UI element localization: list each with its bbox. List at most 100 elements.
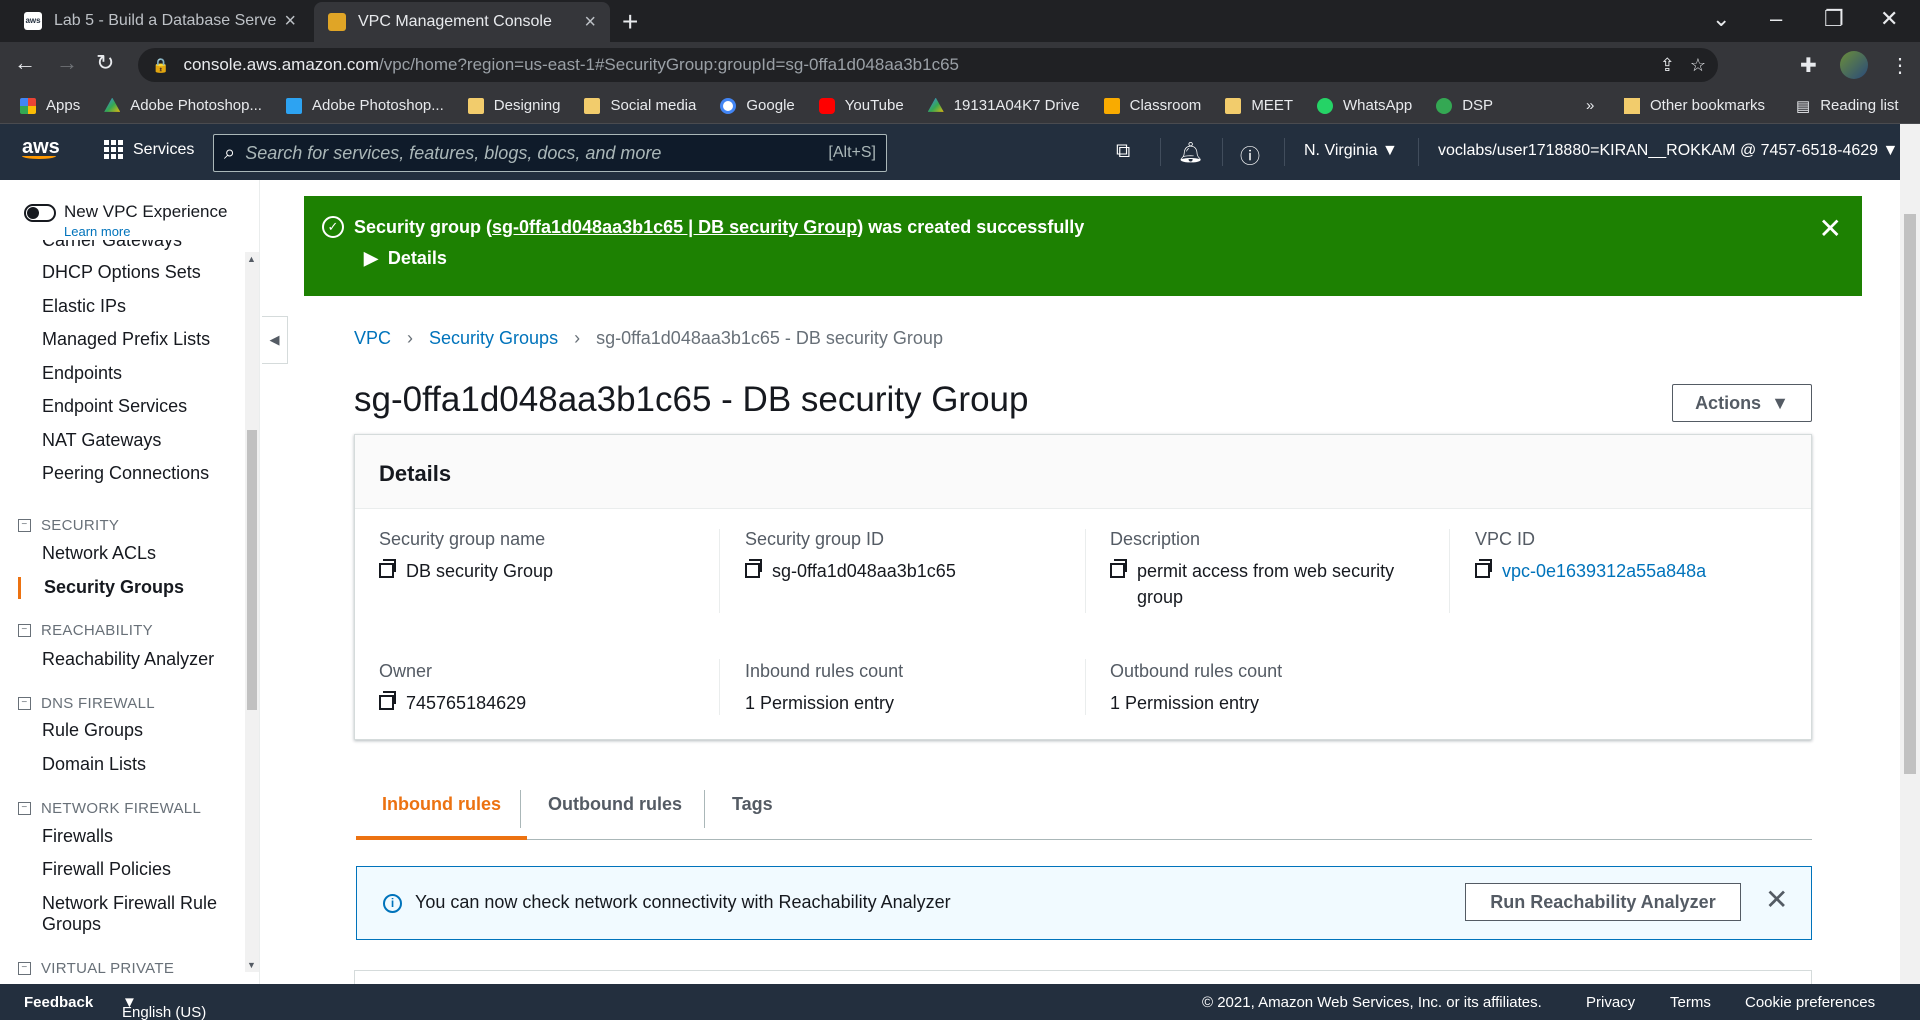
sidebar-item-nf-rule-groups[interactable]: Network Firewall Rule Groups	[42, 893, 232, 935]
sidebar-item-firewall-policies[interactable]: Firewall Policies	[42, 859, 171, 880]
sidebar-scrollbar[interactable]: ▲ ▼	[245, 252, 259, 972]
avatar[interactable]	[1840, 51, 1868, 79]
sidebar-item-network-acls[interactable]: Network ACLs	[42, 543, 156, 564]
security-group-link[interactable]: sg-0ffa1d048aa3b1c65 | DB security Group	[492, 217, 857, 237]
tab-search-icon[interactable]: ⌄	[1712, 6, 1730, 32]
more-bookmarks-button[interactable]: »	[1586, 97, 1594, 114]
new-tab-button[interactable]: +	[622, 6, 638, 38]
sidebar-section-security[interactable]: − SECURITY	[18, 517, 119, 534]
sidebar-item-dhcp[interactable]: DHCP Options Sets	[42, 262, 201, 283]
sidebar-item-elastic-ips[interactable]: Elastic IPs	[42, 296, 126, 317]
close-icon[interactable]: ×	[284, 10, 296, 33]
sidebar-section-reachability[interactable]: − REACHABILITY	[18, 622, 153, 639]
sidebar-item-firewalls[interactable]: Firewalls	[42, 826, 113, 847]
collapse-icon: −	[18, 802, 31, 815]
terms-link[interactable]: Terms	[1670, 994, 1711, 1011]
bookmark-meet[interactable]: MEET	[1225, 97, 1293, 114]
close-icon[interactable]: ×	[584, 11, 596, 34]
copy-icon[interactable]	[745, 559, 762, 578]
address-bar[interactable]: 🔒 console.aws.amazon.com/vpc/home?region…	[138, 48, 1718, 82]
tab-outbound-rules[interactable]: Outbound rules	[522, 778, 708, 840]
aws-logo[interactable]: aws	[22, 136, 60, 159]
bookmark-designing[interactable]: Designing	[467, 97, 560, 114]
account-menu[interactable]: voclabs/user1718880=KIRAN__ROKKAM @ 7457…	[1438, 142, 1898, 160]
sidebar-item-endpoints[interactable]: Endpoints	[42, 363, 122, 384]
browser-tab-vpc[interactable]: VPC Management Console ×	[314, 2, 610, 42]
minimize-button[interactable]: –	[1770, 6, 1782, 32]
sidebar-item-security-groups[interactable]: Security Groups	[44, 577, 184, 598]
new-vpc-experience-toggle[interactable]: New VPC Experience Learn more	[24, 202, 227, 239]
actions-button[interactable]: Actions ▼	[1672, 384, 1812, 422]
privacy-link[interactable]: Privacy	[1586, 994, 1635, 1011]
bookmark-photoshop-2[interactable]: Adobe Photoshop...	[285, 97, 444, 114]
scroll-up-icon[interactable]: ▲	[247, 254, 256, 264]
region-selector[interactable]: N. Virginia ▼	[1304, 142, 1398, 160]
sidebar-item-rule-groups[interactable]: Rule Groups	[42, 720, 143, 741]
flash-details-toggle[interactable]: ▶ Details	[364, 248, 447, 269]
sidebar-item-domain-lists[interactable]: Domain Lists	[42, 754, 146, 775]
breadcrumb-security-groups[interactable]: Security Groups	[429, 328, 558, 349]
browser-tab-lab5[interactable]: aws Lab 5 - Build a Database Server ×	[10, 0, 310, 42]
copy-icon[interactable]	[379, 691, 396, 710]
bookmark-apps[interactable]: Apps	[20, 97, 80, 114]
window-close-button[interactable]: ✕	[1880, 6, 1898, 32]
bookmark-dsp[interactable]: DSP	[1436, 97, 1493, 114]
forward-icon[interactable]: →	[56, 50, 78, 76]
sidebar-section-network-firewall[interactable]: − NETWORK FIREWALL	[18, 800, 201, 817]
bookmark-google[interactable]: Google	[720, 97, 795, 114]
sidebar-item-peering[interactable]: Peering Connections	[42, 463, 209, 484]
search-input[interactable]: ⌕ Search for services, features, blogs, …	[213, 134, 887, 172]
browser-tab-strip: aws Lab 5 - Build a Database Server × VP…	[0, 0, 1920, 42]
chevron-right-icon: ›	[407, 328, 414, 348]
bookmark-social-media[interactable]: Social media	[584, 97, 696, 114]
menu-icon[interactable]: ⋮	[1890, 53, 1910, 78]
sidebar-section-dns-firewall[interactable]: − DNS FIREWALL	[18, 695, 155, 712]
language-selector[interactable]: English (US) ▼	[122, 994, 206, 1020]
extensions-icon[interactable]: ✚	[1800, 53, 1817, 78]
copy-icon[interactable]	[1475, 559, 1492, 578]
cloudshell-icon[interactable]: ⧉	[1116, 140, 1130, 163]
services-menu-button[interactable]: Services	[104, 140, 194, 159]
collapse-sidebar-button[interactable]: ◀	[262, 316, 288, 364]
bookmark-photoshop-1[interactable]: Adobe Photoshop...	[104, 97, 262, 114]
reading-list[interactable]: ▤ Reading list	[1796, 97, 1899, 115]
tab-tags[interactable]: Tags	[706, 778, 799, 840]
scrollbar-thumb[interactable]	[247, 430, 257, 710]
maximize-button[interactable]: ❐	[1824, 6, 1844, 32]
bookmark-star-icon[interactable]: ⇪ ☆	[1660, 55, 1706, 76]
breadcrumb-vpc[interactable]: VPC	[354, 328, 391, 349]
toggle-switch[interactable]	[24, 204, 56, 222]
field-inbound-count: Inbound rules count 1 Permission entry	[745, 661, 904, 713]
sidebar-item-reachability-analyzer[interactable]: Reachability Analyzer	[42, 649, 214, 670]
divider	[704, 790, 705, 828]
reload-icon[interactable]: ↻	[96, 50, 114, 76]
bookmark-classroom[interactable]: Classroom	[1103, 97, 1201, 114]
bell-icon[interactable]: 🔔︎	[1178, 140, 1203, 165]
bookmark-youtube[interactable]: YouTube	[818, 97, 904, 114]
sidebar-item-endpoint-services[interactable]: Endpoint Services	[42, 396, 187, 417]
tab-inbound-rules[interactable]: Inbound rules	[356, 778, 527, 840]
sidebar-item-carrier-gateways[interactable]: Carrier Gateways	[42, 240, 182, 251]
sidebar-item-prefix-lists[interactable]: Managed Prefix Lists	[42, 329, 210, 350]
close-icon[interactable]: ✕	[1765, 883, 1788, 916]
vpc-id-link[interactable]: vpc-0e1639312a55a848a	[1502, 558, 1706, 584]
learn-more-link[interactable]: Learn more	[64, 224, 227, 239]
help-icon[interactable]: ⓘ	[1240, 140, 1260, 169]
run-reachability-analyzer-button[interactable]: Run Reachability Analyzer	[1465, 883, 1741, 921]
browser-toolbar: ← → ↻ 🔒 console.aws.amazon.com/vpc/home?…	[0, 42, 1920, 88]
copy-icon[interactable]	[379, 559, 396, 578]
sidebar-item-nat-gateways[interactable]: NAT Gateways	[42, 430, 161, 451]
scroll-down-icon[interactable]: ▼	[247, 960, 256, 970]
console-footer: Feedback English (US) ▼ © 2021, Amazon W…	[0, 984, 1920, 1020]
close-icon[interactable]: ✕	[1819, 212, 1842, 245]
bookmark-drive[interactable]: 19131A04K7 Drive	[927, 97, 1080, 114]
copy-icon[interactable]	[1110, 559, 1127, 578]
page-scrollbar[interactable]	[1900, 124, 1920, 984]
cookie-preferences-link[interactable]: Cookie preferences	[1745, 994, 1875, 1011]
back-icon[interactable]: ←	[14, 50, 36, 76]
feedback-link[interactable]: Feedback	[24, 994, 93, 1011]
scrollbar-thumb[interactable]	[1904, 214, 1916, 774]
other-bookmarks[interactable]: Other bookmarks	[1624, 97, 1765, 114]
sidebar-section-vpn[interactable]: − VIRTUAL PRIVATE	[18, 960, 174, 977]
bookmark-whatsapp[interactable]: WhatsApp	[1316, 97, 1412, 114]
